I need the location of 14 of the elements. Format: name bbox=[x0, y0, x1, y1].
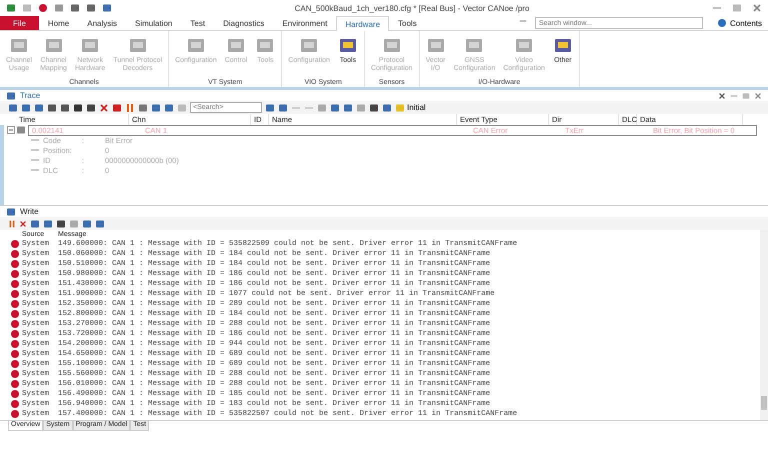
ribbon-tab[interactable]: Analysis bbox=[78, 16, 126, 30]
pane-title: Trace bbox=[20, 91, 40, 100]
pane-title: Write bbox=[20, 207, 39, 216]
ribbon-tab[interactable]: Test bbox=[181, 16, 214, 30]
ribbon-tab[interactable]: Simulation bbox=[126, 16, 182, 30]
ribbon-tab[interactable]: Diagnostics bbox=[214, 16, 274, 30]
window-title: CAN_500kBaud_1ch_ver180.cfg * [Real Bus] - Vector CANoe /pro bbox=[294, 4, 530, 12]
filter-dropdown[interactable]: Initial bbox=[395, 102, 426, 112]
ribbon-tab[interactable]: Hardware bbox=[336, 16, 390, 31]
ribbon-tab[interactable]: Environment bbox=[273, 16, 336, 30]
file-menu-tab[interactable]: File bbox=[0, 16, 39, 30]
ribbon-tab[interactable]: Tools bbox=[389, 16, 426, 30]
ribbon-tab[interactable]: Home bbox=[38, 16, 78, 30]
contents-button[interactable]: Contents bbox=[710, 16, 768, 30]
